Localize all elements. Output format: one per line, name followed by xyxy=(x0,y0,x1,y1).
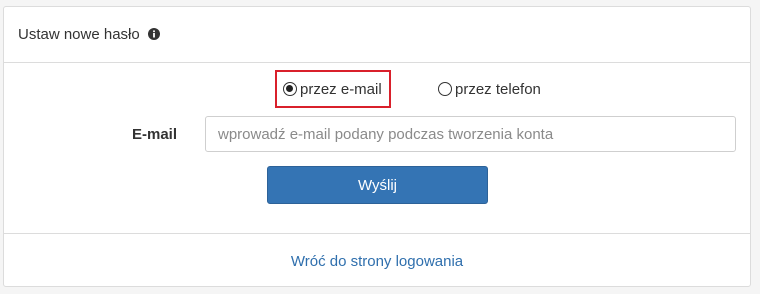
radio-email-button[interactable] xyxy=(283,82,297,96)
reset-method-group: przez e-mail przez telefon xyxy=(4,70,750,108)
email-label: E-mail xyxy=(132,126,178,143)
radio-phone-button[interactable] xyxy=(438,82,452,96)
divider xyxy=(4,233,750,234)
radio-option-phone[interactable]: przez telefon xyxy=(438,70,541,108)
panel-heading: Ustaw nowe hasło xyxy=(4,7,750,63)
radio-email-label: przez e-mail xyxy=(300,80,382,98)
radio-option-email[interactable]: przez e-mail xyxy=(275,70,391,108)
send-button[interactable]: Wyślij xyxy=(267,166,488,204)
reset-password-panel: Ustaw nowe hasło przez e-mail przez tele… xyxy=(3,6,751,287)
panel-title: Ustaw nowe hasło xyxy=(18,26,160,43)
email-input[interactable] xyxy=(205,116,736,152)
panel-title-text: Ustaw nowe hasło xyxy=(18,26,140,43)
info-icon[interactable] xyxy=(147,27,160,40)
radio-phone-label: przez telefon xyxy=(455,80,541,98)
back-link-container: Wróć do strony logowania xyxy=(4,253,750,270)
back-to-login-link[interactable]: Wróć do strony logowania xyxy=(291,253,463,270)
